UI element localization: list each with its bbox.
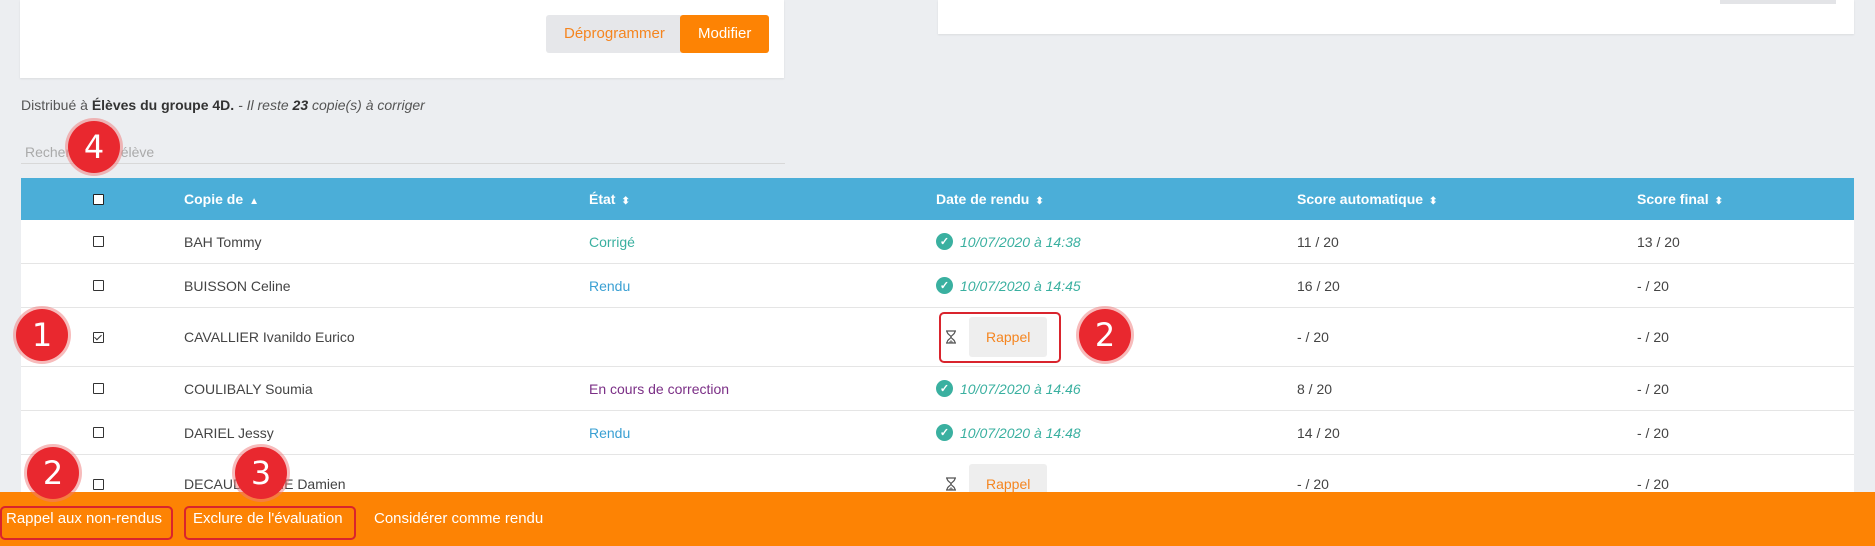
column-final-score-label: Score final	[1637, 191, 1709, 207]
row-checkbox[interactable]	[93, 331, 104, 343]
reminder-highlight-box	[939, 312, 1061, 363]
distribution-prefix: Distribué à	[21, 97, 92, 113]
final-score: - / 20	[1637, 329, 1669, 345]
student-name: BAH Tommy	[184, 233, 262, 250]
mark-as-submitted-button[interactable]: Considérer comme rendu	[374, 492, 543, 546]
annotation-marker-2-bottom: 2	[27, 447, 79, 499]
submission-date: 10/07/2020 à 14:38	[960, 233, 1081, 250]
table-row[interactable]: COULIBALY Soumia En cours de correction …	[21, 367, 1854, 411]
table-row[interactable]: CAVALLIER Ivanildo Eurico Rappel - / 20 …	[21, 308, 1854, 367]
column-auto-score[interactable]: Score automatique ⬍	[1297, 178, 1437, 220]
remaining-count: 23	[292, 97, 309, 113]
column-auto-score-label: Score automatique	[1297, 191, 1424, 207]
row-checkbox[interactable]	[93, 383, 104, 394]
sort-icon: ⬍	[1035, 196, 1044, 207]
final-score: - / 20	[1637, 424, 1669, 441]
submission-date: 10/07/2020 à 14:46	[960, 380, 1081, 397]
sort-asc-icon: ▲	[249, 196, 260, 207]
row-checkbox[interactable]	[93, 280, 104, 291]
select-all-checkbox[interactable]	[93, 193, 104, 205]
remind-highlight-box	[0, 506, 173, 540]
schedule-card: Déprogrammer Modifier	[20, 0, 784, 78]
column-state[interactable]: État ⬍	[589, 178, 630, 220]
auto-score: 11 / 20	[1297, 233, 1339, 250]
final-score: - / 20	[1637, 476, 1669, 492]
auto-score: 8 / 20	[1297, 380, 1333, 397]
copies-table: Copie de ▲ État ⬍ Date de rendu ⬍ Score aut…	[21, 178, 1854, 514]
check-circle-icon: ✓	[936, 233, 953, 250]
sort-icon: ⬍	[1429, 196, 1438, 207]
sort-icon: ⬍	[621, 196, 630, 207]
edit-button[interactable]: Modifier	[680, 15, 770, 53]
annotation-marker-1: 1	[16, 309, 68, 361]
student-name: DARIEL Jessy	[184, 424, 274, 441]
final-score: - / 20	[1637, 380, 1669, 397]
column-state-label: État	[589, 191, 616, 207]
table-row[interactable]: BAH Tommy Corrigé ✓ 10/07/2020 à 14:38 11…	[21, 220, 1854, 264]
student-name: COULIBALY Soumia	[184, 380, 313, 397]
submission-date: 10/07/2020 à 14:45	[960, 277, 1081, 294]
column-copy-of-label: Copie de	[184, 191, 244, 207]
status-label: Corrigé	[589, 233, 635, 250]
status-label: En cours de correction	[589, 380, 730, 397]
auto-score: - / 20	[1297, 476, 1329, 492]
student-name: BUISSON Celine	[184, 277, 291, 294]
check-circle-icon: ✓	[936, 380, 953, 397]
row-checkbox[interactable]	[93, 236, 104, 247]
annotation-marker-2: 2	[1079, 309, 1131, 361]
row-checkbox[interactable]	[93, 427, 104, 438]
remaining-prefix: - Il reste	[234, 97, 293, 113]
status-label: Rendu	[589, 277, 631, 294]
column-date[interactable]: Date de rendu ⬍	[936, 178, 1044, 220]
distribution-group: Élèves du groupe 4D.	[91, 97, 235, 113]
hourglass-icon	[946, 477, 956, 491]
column-final-score[interactable]: Score final ⬍	[1637, 178, 1723, 220]
card-button-stub	[1720, 0, 1836, 4]
status-label: Rendu	[589, 424, 631, 441]
sort-icon: ⬍	[1714, 196, 1723, 207]
distribution-info: Distribué à Élèves du groupe 4D. - Il re…	[21, 97, 425, 113]
table-row[interactable]: DARIEL Jessy Rendu ✓ 10/07/2020 à 14:48 1…	[21, 411, 1854, 455]
student-name: CAVALLIER Ivanildo Eurico	[184, 329, 355, 345]
unschedule-button[interactable]: Déprogrammer	[546, 15, 683, 53]
annotation-marker-4: 4	[68, 121, 120, 173]
check-circle-icon: ✓	[936, 424, 953, 441]
auto-score: 14 / 20	[1297, 424, 1340, 441]
column-date-label: Date de rendu	[936, 191, 1030, 207]
final-score: 13 / 20	[1637, 233, 1680, 250]
remaining-suffix: copie(s) à corriger	[308, 97, 425, 113]
table-row[interactable]: BUISSON Celine Rendu ✓ 10/07/2020 à 14:45…	[21, 264, 1854, 308]
row-checkbox[interactable]	[93, 478, 104, 490]
check-circle-icon: ✓	[936, 277, 953, 294]
info-card	[938, 0, 1854, 34]
final-score: - / 20	[1637, 277, 1669, 294]
annotation-marker-3: 3	[235, 447, 287, 499]
auto-score: - / 20	[1297, 329, 1329, 345]
table-header: Copie de ▲ État ⬍ Date de rendu ⬍ Score aut…	[21, 178, 1854, 220]
submission-date: 10/07/2020 à 14:48	[960, 424, 1081, 441]
student-search-input[interactable]	[21, 140, 785, 164]
exclude-highlight-box	[184, 506, 356, 540]
column-copy-of[interactable]: Copie de ▲	[184, 178, 259, 220]
auto-score: 16 / 20	[1297, 277, 1340, 294]
